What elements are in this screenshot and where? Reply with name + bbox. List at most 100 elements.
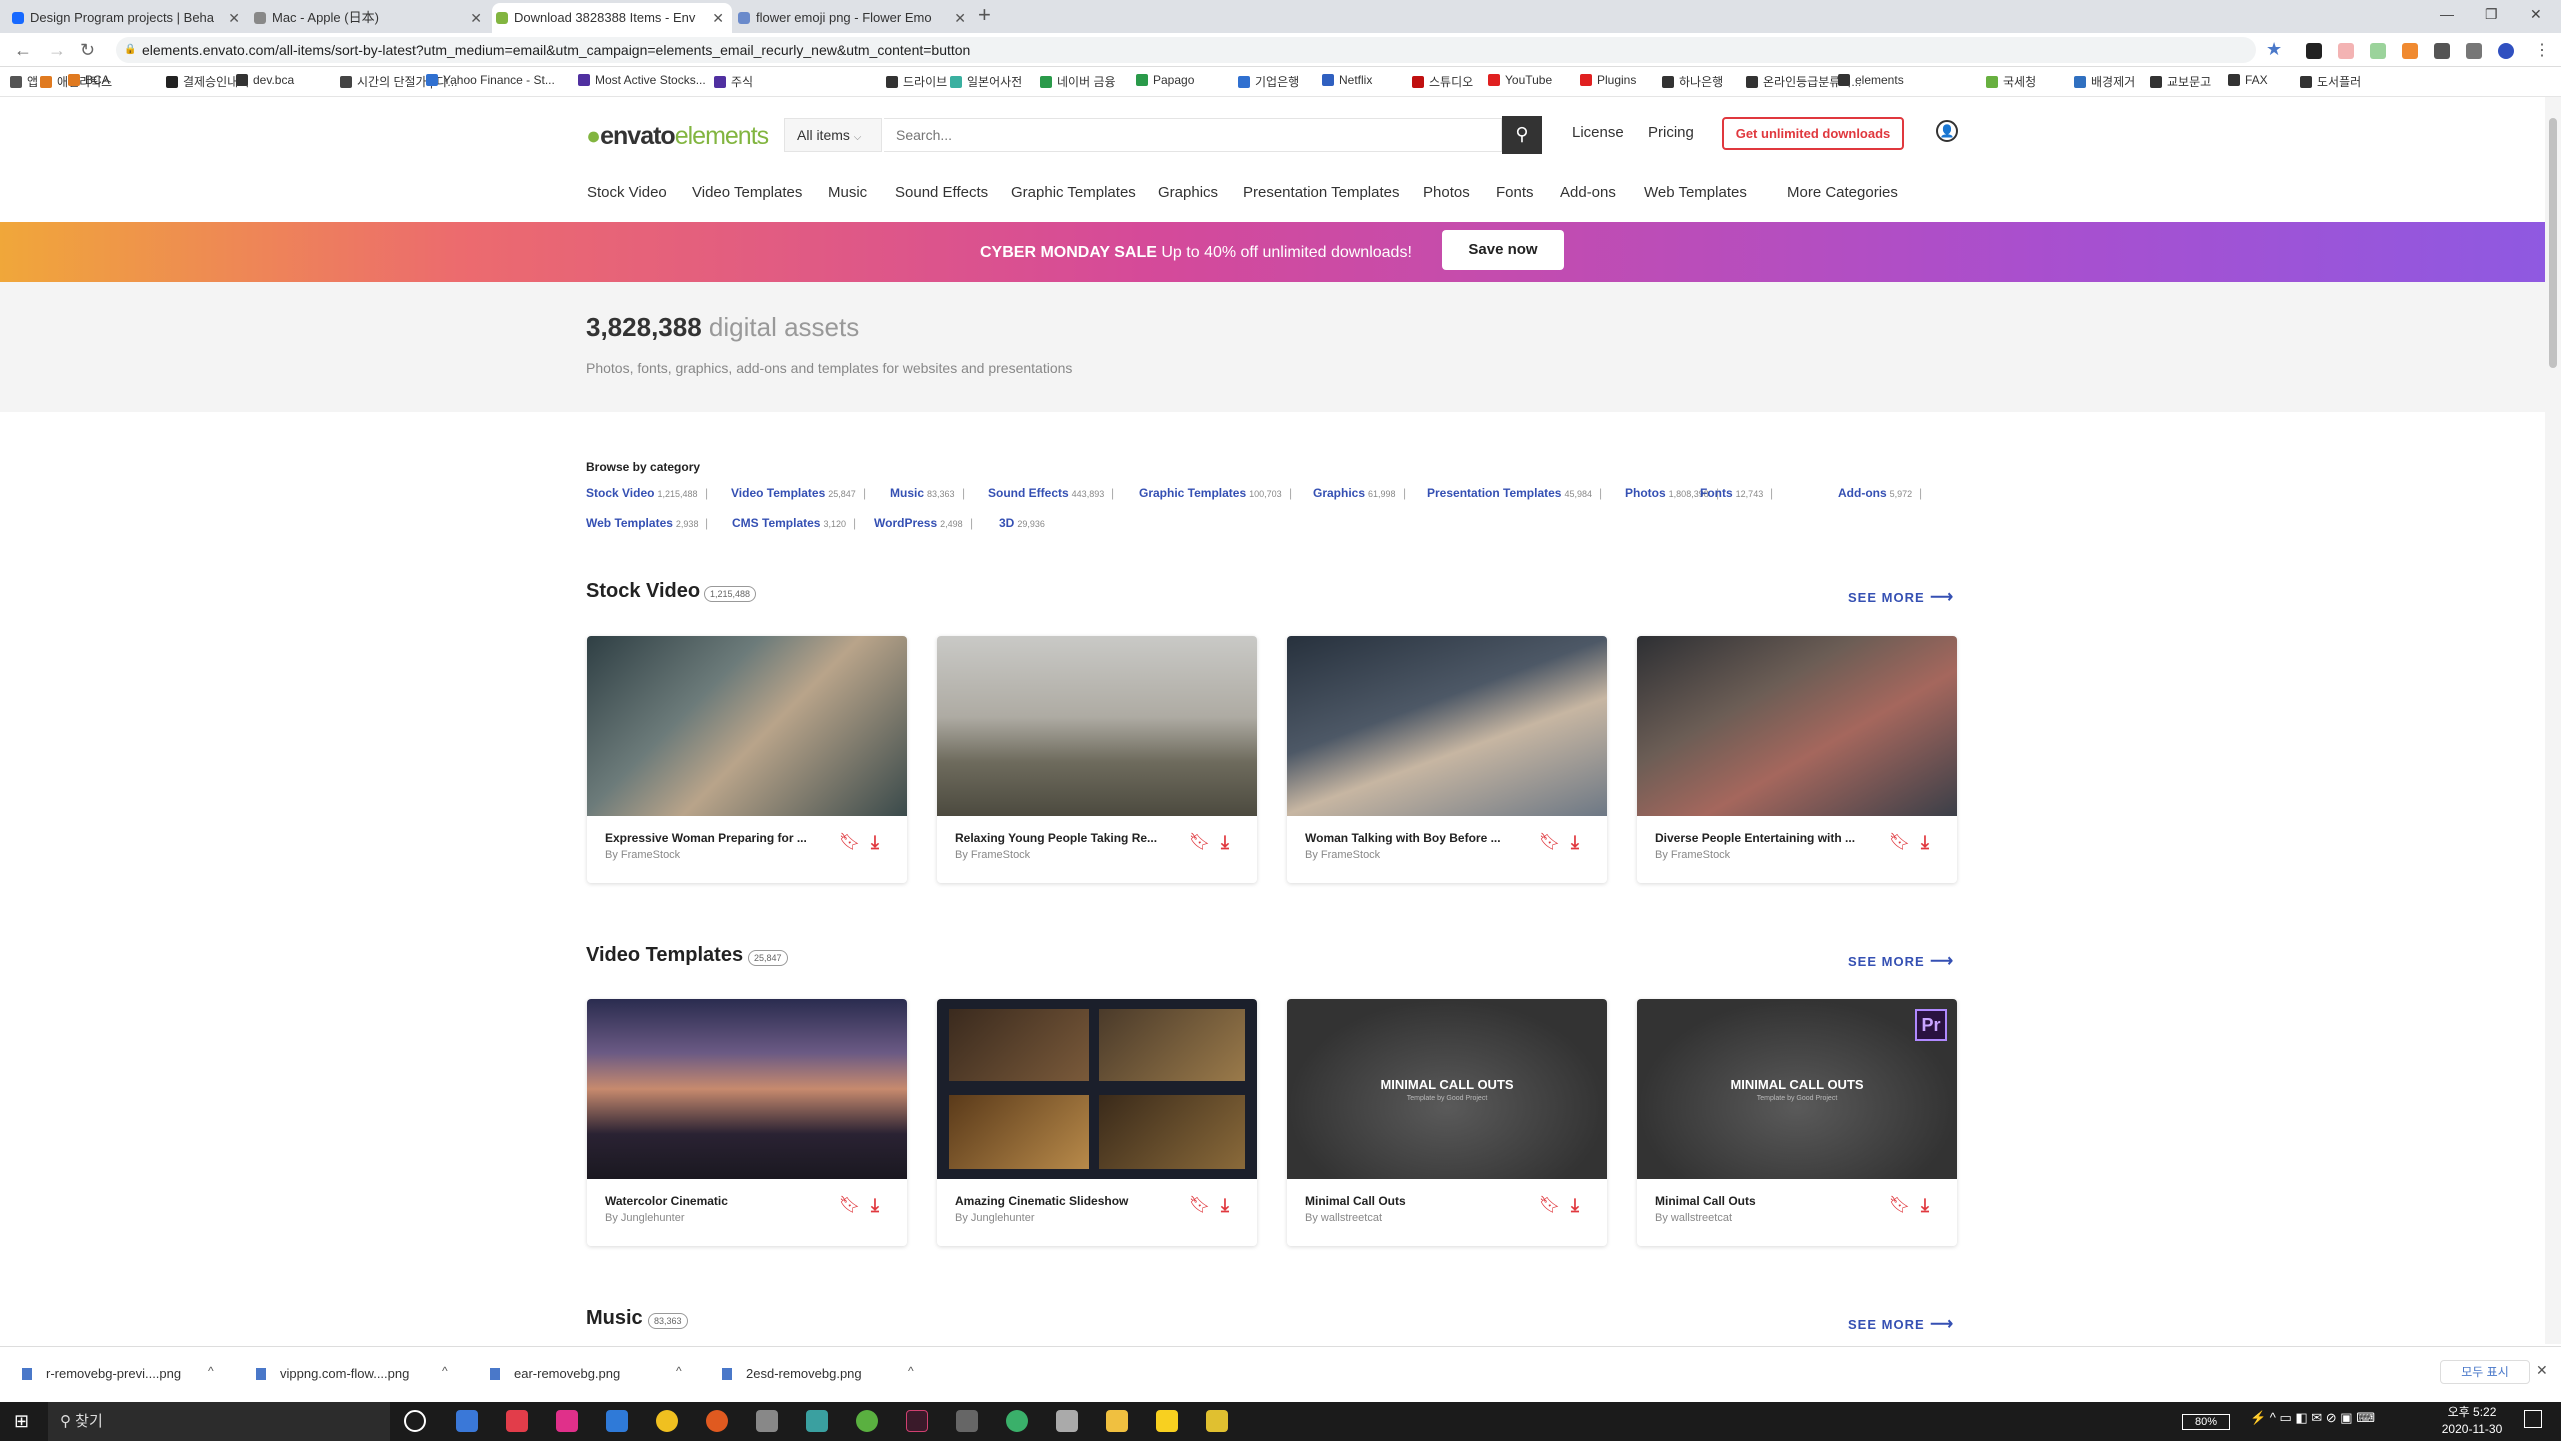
see-more-link[interactable]: SEE MORE bbox=[1848, 1314, 1954, 1334]
get-unlimited-downloads-button[interactable]: Get unlimited downloads bbox=[1722, 117, 1904, 150]
browse-link-music[interactable]: Music 83,363 bbox=[890, 486, 955, 500]
bookmark-item[interactable]: Netflix bbox=[1322, 73, 1372, 87]
category-nav-fonts[interactable]: Fonts bbox=[1496, 184, 1534, 201]
bookmark-icon[interactable]: 🔖︎ bbox=[1539, 1195, 1561, 1215]
battery-indicator[interactable]: 80% bbox=[2182, 1414, 2230, 1430]
bookmark-item[interactable]: Plugins bbox=[1580, 73, 1636, 87]
bookmark-icon[interactable]: 🔖︎ bbox=[1189, 832, 1211, 852]
browse-link-graphic-templates[interactable]: Graphic Templates 100,703 bbox=[1139, 486, 1282, 500]
card-author[interactable]: By Junglehunter bbox=[605, 1212, 685, 1224]
video-thumbnail[interactable] bbox=[937, 636, 1257, 816]
browse-link-stock-video[interactable]: Stock Video 1,215,488 bbox=[586, 486, 698, 500]
bookmark-icon[interactable]: 🔖︎ bbox=[1889, 832, 1911, 852]
see-more-link[interactable]: SEE MORE bbox=[1848, 951, 1954, 971]
close-icon[interactable]: ✕ bbox=[228, 3, 240, 33]
card-author[interactable]: By FrameStock bbox=[955, 849, 1030, 861]
card-title[interactable]: Relaxing Young People Taking Re... bbox=[955, 831, 1165, 845]
browser-tab[interactable]: Design Program projects | Beha ✕ bbox=[8, 3, 248, 33]
category-nav-more-categories[interactable]: More Categories bbox=[1787, 184, 1898, 201]
puzzle-icon[interactable] bbox=[2466, 43, 2482, 59]
card-author[interactable]: By wallstreetcat bbox=[1655, 1212, 1732, 1224]
search-button[interactable]: ⚲ bbox=[1502, 116, 1542, 154]
video-thumbnail[interactable]: MINIMAL CALL OUTS Template by Good Proje… bbox=[1287, 999, 1607, 1179]
video-thumbnail[interactable] bbox=[587, 999, 907, 1179]
bookmark-icon[interactable]: 🔖︎ bbox=[839, 1195, 861, 1215]
system-tray-icons[interactable]: ⚡ ^ ▭ ◧ ✉ ⊘ ▣ ⌨ bbox=[2250, 1410, 2375, 1426]
browse-link-wordpress[interactable]: WordPress 2,498 bbox=[874, 516, 963, 530]
app-icon[interactable] bbox=[706, 1410, 728, 1432]
chevron-up-icon[interactable]: ^ bbox=[908, 1364, 914, 1378]
download-icon[interactable]: ⤓ bbox=[1221, 832, 1239, 852]
category-nav-web-templates[interactable]: Web Templates bbox=[1644, 184, 1747, 201]
card-title[interactable]: Watercolor Cinematic bbox=[605, 1194, 815, 1208]
video-thumbnail[interactable]: MINIMAL CALL OUTS Template by Good Proje… bbox=[1637, 999, 1957, 1179]
app-icon[interactable] bbox=[1006, 1410, 1028, 1432]
bookmark-item[interactable]: 드라이브 bbox=[886, 73, 947, 90]
download-item[interactable]: vippng.com-flow....png bbox=[256, 1366, 409, 1381]
video-thumbnail[interactable] bbox=[1287, 636, 1607, 816]
browser-tab[interactable]: Mac - Apple (日本) ✕ bbox=[250, 3, 490, 33]
search-input[interactable] bbox=[884, 118, 1502, 152]
all-items-dropdown[interactable]: All items ⌵ bbox=[784, 118, 882, 152]
card-author[interactable]: By Junglehunter bbox=[955, 1212, 1035, 1224]
extension-icon[interactable] bbox=[2306, 43, 2322, 59]
card-title[interactable]: Minimal Call Outs bbox=[1655, 1194, 1865, 1208]
bookmark-item[interactable]: 주식 bbox=[714, 73, 753, 90]
card-title[interactable]: Minimal Call Outs bbox=[1305, 1194, 1515, 1208]
browse-link-cms-templates[interactable]: CMS Templates 3,120 bbox=[732, 516, 846, 530]
card-title[interactable]: Expressive Woman Preparing for ... bbox=[605, 831, 815, 845]
asset-card[interactable]: Woman Talking with Boy Before ... By Fra… bbox=[1287, 636, 1607, 883]
bookmark-item[interactable]: 네이버 금융 bbox=[1040, 73, 1116, 90]
category-nav-video-templates[interactable]: Video Templates bbox=[692, 184, 802, 201]
windows-start-icon[interactable]: ⊞ bbox=[14, 1411, 29, 1432]
new-tab-icon[interactable]: + bbox=[978, 2, 991, 28]
settings-icon[interactable] bbox=[756, 1410, 778, 1432]
category-nav-photos[interactable]: Photos bbox=[1423, 184, 1470, 201]
bookmark-item[interactable]: 기업은행 bbox=[1238, 73, 1299, 90]
download-icon[interactable]: ⤓ bbox=[1921, 832, 1939, 852]
chevron-up-icon[interactable]: ^ bbox=[442, 1364, 448, 1378]
bookmark-item[interactable]: Yahoo Finance - St... bbox=[426, 73, 555, 87]
browse-link-3d[interactable]: 3D 29,936 bbox=[999, 516, 1045, 530]
taskbar-search[interactable]: ⚲ 찾기 bbox=[48, 1402, 390, 1441]
download-item[interactable]: 2esd-removebg.png bbox=[722, 1366, 862, 1381]
minimize-icon[interactable]: — bbox=[2440, 6, 2454, 22]
asset-card[interactable]: Watercolor Cinematic By Junglehunter 🔖︎ … bbox=[587, 999, 907, 1246]
bookmark-item[interactable]: 도서플러 bbox=[2300, 73, 2361, 90]
bookmark-item[interactable]: 배경제거 bbox=[2074, 73, 2135, 90]
browse-link-sound-effects[interactable]: Sound Effects 443,893 bbox=[988, 486, 1104, 500]
download-item[interactable]: ear-removebg.png bbox=[490, 1366, 620, 1381]
app-icon[interactable] bbox=[556, 1410, 578, 1432]
app-icon[interactable] bbox=[1056, 1410, 1078, 1432]
browse-link-graphics[interactable]: Graphics 61,998 bbox=[1313, 486, 1396, 500]
card-author[interactable]: By FrameStock bbox=[605, 849, 680, 861]
video-thumbnail[interactable] bbox=[1637, 636, 1957, 816]
extension-icon[interactable] bbox=[2434, 43, 2450, 59]
envato-elements-logo[interactable]: ●envatoelements bbox=[586, 122, 769, 151]
restore-icon[interactable]: ❐ bbox=[2485, 6, 2498, 23]
profile-avatar[interactable] bbox=[2498, 43, 2514, 59]
bookmark-icon[interactable]: 🔖︎ bbox=[1539, 832, 1561, 852]
asset-card[interactable]: MINIMAL CALL OUTS Template by Good Proje… bbox=[1287, 999, 1607, 1246]
chrome-icon[interactable] bbox=[656, 1410, 678, 1432]
asset-card[interactable]: Expressive Woman Preparing for ... By Fr… bbox=[587, 636, 907, 883]
taskbar-clock[interactable]: 오후 5:22 2020-11-30 bbox=[2432, 1404, 2512, 1438]
download-icon[interactable]: ⤓ bbox=[871, 832, 889, 852]
bookmark-item[interactable]: dev.bca bbox=[236, 73, 294, 87]
card-title[interactable]: Amazing Cinematic Slideshow bbox=[955, 1194, 1165, 1208]
bookmark-item[interactable]: Papago bbox=[1136, 73, 1194, 87]
bookmark-item[interactable]: 국세청 bbox=[1986, 73, 2036, 90]
reload-icon[interactable]: ↻ bbox=[80, 40, 95, 61]
browser-tab[interactable]: flower emoji png - Flower Emo ✕ bbox=[734, 3, 974, 33]
license-link[interactable]: License bbox=[1572, 124, 1624, 141]
browse-link-add-ons[interactable]: Add-ons 5,972 bbox=[1838, 486, 1912, 500]
category-nav-sound-effects[interactable]: Sound Effects bbox=[895, 184, 988, 201]
asset-card[interactable]: Relaxing Young People Taking Re... By Fr… bbox=[937, 636, 1257, 883]
folder-icon[interactable] bbox=[1106, 1410, 1128, 1432]
close-icon[interactable]: ✕ bbox=[712, 3, 724, 33]
card-author[interactable]: By FrameStock bbox=[1305, 849, 1380, 861]
app-icon[interactable] bbox=[506, 1410, 528, 1432]
category-nav-stock-video[interactable]: Stock Video bbox=[587, 184, 667, 201]
url-input[interactable]: elements.envato.com/all-items/sort-by-la… bbox=[116, 37, 2256, 63]
user-account-icon[interactable]: 👤 bbox=[1936, 120, 1958, 142]
